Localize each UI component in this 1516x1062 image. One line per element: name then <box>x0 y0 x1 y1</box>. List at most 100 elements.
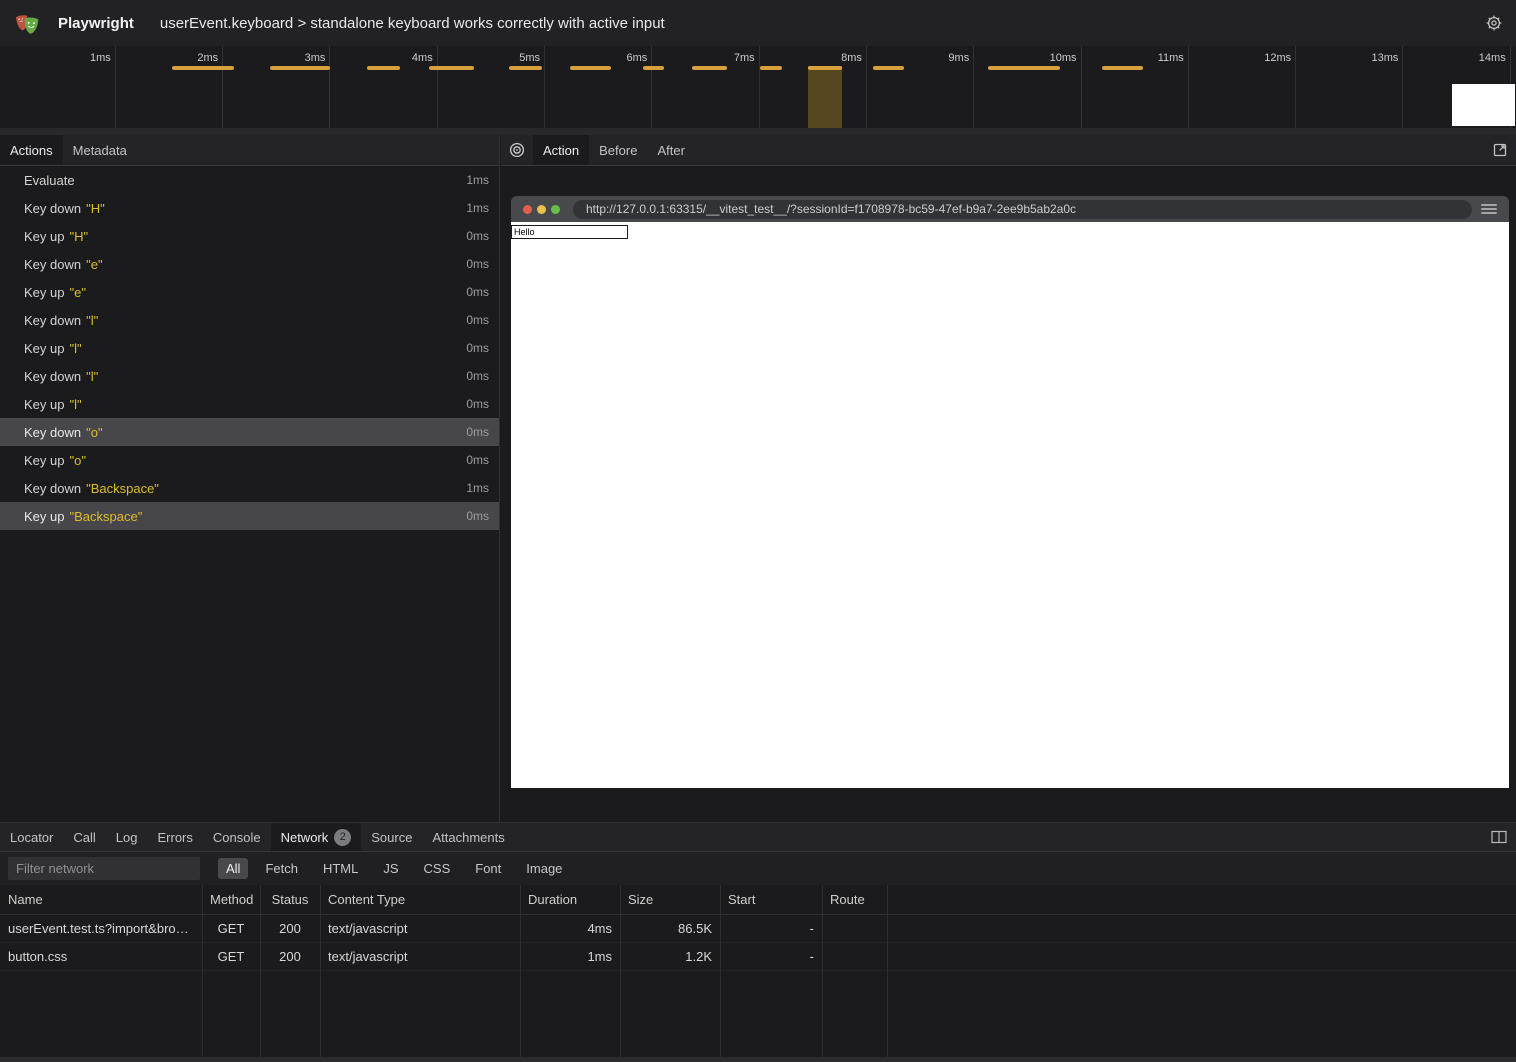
tab-label: Call <box>73 830 95 845</box>
tab-console[interactable]: Console <box>203 823 271 851</box>
tab-attachments[interactable]: Attachments <box>422 823 514 851</box>
timeline-selection-bar <box>808 66 842 70</box>
action-list-item[interactable]: Key up"Backspace"0ms <box>0 502 499 530</box>
tab-log[interactable]: Log <box>106 823 148 851</box>
action-duration: 1ms <box>466 481 489 495</box>
cell-content_type: text/javascript <box>320 949 520 964</box>
action-list-item[interactable]: Key down"e"0ms <box>0 250 499 278</box>
tab-actions[interactable]: Actions <box>0 135 63 165</box>
action-list-item[interactable]: Key down"Backspace"1ms <box>0 474 499 502</box>
action-list-item[interactable]: Key down"l"0ms <box>0 306 499 334</box>
filter-chip-html[interactable]: HTML <box>315 858 366 879</box>
filter-chip-all[interactable]: All <box>218 858 248 879</box>
column-header-duration: Duration <box>520 892 620 907</box>
action-list-item[interactable]: Key up"o"0ms <box>0 446 499 474</box>
timeline-action-bar <box>367 66 400 70</box>
action-key: "e" <box>86 257 102 272</box>
filter-chip-font[interactable]: Font <box>467 858 509 879</box>
filter-chip-fetch[interactable]: Fetch <box>257 858 306 879</box>
action-list-item[interactable]: Evaluate1ms <box>0 166 499 194</box>
action-list-item[interactable]: Key down"H"1ms <box>0 194 499 222</box>
timeline[interactable]: 1ms2ms3ms4ms5ms6ms7ms8ms9ms10ms11ms12ms1… <box>0 46 1516 135</box>
action-title: Key up <box>24 285 64 300</box>
network-request-row[interactable]: userEvent.test.ts?import&bro…GET200text/… <box>0 915 1516 943</box>
action-list-item[interactable]: Key up"l"0ms <box>0 334 499 362</box>
action-duration: 1ms <box>466 173 489 187</box>
timeline-action-bar <box>270 66 330 70</box>
timeline-gridline <box>651 46 652 128</box>
tab-call[interactable]: Call <box>63 823 105 851</box>
tab-metadata[interactable]: Metadata <box>63 135 137 165</box>
timeline-gridline <box>1188 46 1189 128</box>
open-snapshot-external-button[interactable] <box>1484 135 1516 165</box>
hamburger-menu-icon <box>1481 204 1497 214</box>
timeline-action-bar <box>873 66 904 70</box>
traffic-light-red-icon <box>523 205 532 214</box>
horizontal-scrollbar[interactable] <box>0 1057 1516 1062</box>
network-filter-input[interactable] <box>8 857 200 880</box>
timeline-action-bar <box>760 66 782 70</box>
cell-status: 200 <box>260 949 320 964</box>
tab-source[interactable]: Source <box>361 823 422 851</box>
filter-chip-js[interactable]: JS <box>375 858 406 879</box>
action-list-item[interactable]: Key up"H"0ms <box>0 222 499 250</box>
action-list-item[interactable]: Key up"e"0ms <box>0 278 499 306</box>
tab-after[interactable]: After <box>647 135 694 165</box>
column-separator <box>887 885 888 1057</box>
timeline-tick-label: 13ms <box>1372 52 1399 64</box>
tab-before[interactable]: Before <box>589 135 647 165</box>
tab-action[interactable]: Action <box>533 135 589 165</box>
action-title: Key up <box>24 341 64 356</box>
column-separator <box>822 885 823 1057</box>
network-table-body: userEvent.test.ts?import&bro…GET200text/… <box>0 915 1516 971</box>
action-key: "Backspace" <box>69 509 142 524</box>
cell-method: GET <box>202 921 260 936</box>
timeline-tick-label: 1ms <box>90 52 111 64</box>
toggle-layout-button[interactable] <box>1482 823 1516 851</box>
action-key: "H" <box>69 229 88 244</box>
playwright-trace-viewer: { "topbar": { "app_title": "Playwright",… <box>0 0 1516 1062</box>
action-key: "l" <box>69 397 81 412</box>
action-key: "l" <box>86 313 98 328</box>
timeline-gridline <box>115 46 116 128</box>
timeline-action-bar <box>570 66 611 70</box>
column-header-status: Status <box>260 892 320 907</box>
snapshot-page[interactable] <box>511 222 1509 788</box>
settings-button[interactable] <box>1477 14 1511 32</box>
action-duration: 1ms <box>466 201 489 215</box>
filter-chip-image[interactable]: Image <box>518 858 570 879</box>
action-title: Key down <box>24 425 81 440</box>
timeline-tick-label: 10ms <box>1050 52 1077 64</box>
filter-chip-css[interactable]: CSS <box>416 858 459 879</box>
timeline-action-bar <box>172 66 234 70</box>
target-icon <box>509 142 525 158</box>
cell-size: 86.5K <box>620 921 720 936</box>
snapshot-panel: ActionBeforeAfter http://127.0. <box>501 135 1516 822</box>
tab-label: Log <box>116 830 138 845</box>
action-title: Key down <box>24 481 81 496</box>
action-list-item[interactable]: Key down"o"0ms <box>0 418 499 446</box>
action-list-item[interactable]: Key up"l"0ms <box>0 390 499 418</box>
action-duration: 0ms <box>466 369 489 383</box>
tab-network[interactable]: Network2 <box>271 823 362 851</box>
browser-chrome: http://127.0.0.1:63315/__vitest_test__/?… <box>511 196 1509 222</box>
tab-locator[interactable]: Locator <box>0 823 63 851</box>
column-header-route: Route <box>822 892 887 907</box>
main-area: ActionsMetadata Evaluate1ms Key down "H" 1m… <box>0 135 1516 822</box>
tab-label: Console <box>213 830 261 845</box>
pick-locator-button[interactable] <box>501 135 533 165</box>
network-filter-row: All Fetch HTML JS CSS Font Image <box>0 852 1516 885</box>
action-key: "H" <box>86 201 105 216</box>
snapshot-tabstrip: ActionBeforeAfter <box>501 135 1516 166</box>
snapshot-text-input[interactable] <box>511 225 628 239</box>
timeline-tick-label: 8ms <box>841 52 862 64</box>
network-table-header: NameMethodStatusContent TypeDurationSize… <box>0 885 1516 915</box>
details-panel: Locator Call Log Errors Console Network2Sourc… <box>0 822 1516 1062</box>
cell-size: 1.2K <box>620 949 720 964</box>
tab-errors[interactable]: Errors <box>147 823 202 851</box>
actions-panel: ActionsMetadata Evaluate1ms Key down "H" 1m… <box>0 135 500 822</box>
external-link-icon <box>1492 142 1508 158</box>
action-duration: 0ms <box>466 509 489 523</box>
network-request-row[interactable]: button.cssGET200text/javascript1ms1.2K- <box>0 943 1516 971</box>
action-list-item[interactable]: Key down"l"0ms <box>0 362 499 390</box>
